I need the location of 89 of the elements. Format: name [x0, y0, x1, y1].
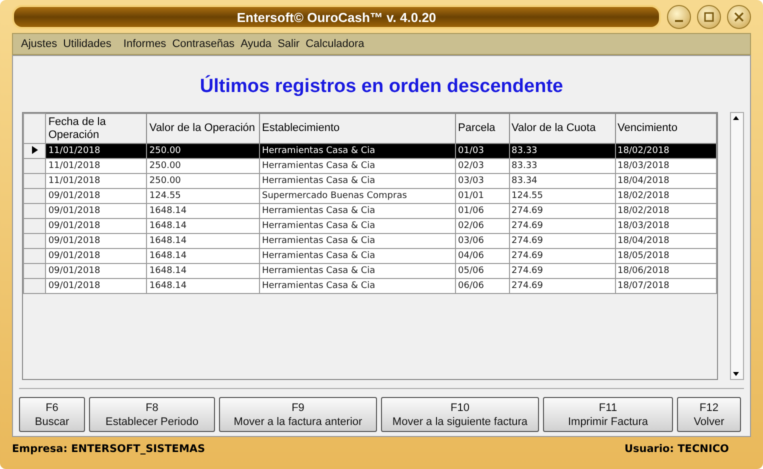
table-cell: 02/06: [456, 218, 510, 234]
table-cell: 01/03: [456, 144, 510, 158]
table-cell: Herramientas Casa & Cia: [259, 144, 456, 158]
function-key-button[interactable]: F12 Volver: [677, 397, 741, 432]
menu-item[interactable]: Salir: [278, 38, 300, 50]
table-cell: 1648.14: [146, 234, 260, 248]
maximize-button[interactable]: [697, 5, 721, 29]
table-cell: 03/06: [456, 234, 510, 248]
company-label: Empresa: ENTERSOFT_SISTEMAS: [12, 443, 206, 455]
table-cell: 01/01: [456, 188, 510, 204]
user-label: Usuario: TECNICO: [624, 443, 729, 455]
table-cell: Herramientas Casa & Cia: [259, 204, 456, 218]
menu-item[interactable]: Utilidades: [63, 38, 112, 50]
menu-item[interactable]: Calculadora: [306, 38, 364, 50]
scrollbar[interactable]: [730, 112, 744, 380]
table-cell: Herramientas Casa & Cia: [259, 234, 456, 248]
column-header[interactable]: Valor de la Cuota: [509, 114, 616, 144]
function-key-button[interactable]: F6 Buscar: [19, 397, 85, 432]
table-cell: Herramientas Casa & Cia: [259, 158, 456, 174]
table-cell: Herramientas Casa & Cia: [259, 264, 456, 278]
table-cell: 18/03/2018: [615, 158, 716, 174]
table-cell: 274.69: [509, 204, 616, 218]
table-cell: Herramientas Casa & Cia: [259, 278, 456, 294]
table-cell: 11/01/2018: [46, 144, 147, 158]
function-key-button[interactable]: F8 Establecer Periodo: [89, 397, 215, 432]
close-button[interactable]: [727, 5, 751, 29]
table-cell: 09/01/2018: [46, 278, 147, 294]
table-cell: 274.69: [509, 234, 616, 248]
table-cell: 18/02/2018: [615, 144, 716, 158]
function-key-button[interactable]: F9 Mover a la factura anterior: [219, 397, 377, 432]
table-cell: 03/03: [456, 174, 510, 188]
table-cell: 06/06: [456, 278, 510, 294]
table-cell: 11/01/2018: [46, 174, 147, 188]
table-cell: 18/07/2018: [615, 278, 716, 294]
table-cell: 18/05/2018: [615, 248, 716, 264]
menu-item[interactable]: Ajustes: [21, 38, 58, 50]
table-cell: 250.00: [146, 174, 260, 188]
table-cell: 11/01/2018: [46, 158, 147, 174]
table-cell: 18/04/2018: [615, 174, 716, 188]
table-cell: Herramientas Casa & Cia: [259, 248, 456, 264]
column-header[interactable]: Parcela: [456, 114, 510, 144]
function-key-button[interactable]: F11 Imprimir Factura: [543, 397, 673, 432]
table-cell: Supermercado Buenas Compras: [259, 188, 456, 204]
menu-item[interactable]: Informes: [123, 38, 166, 50]
table-cell: 1648.14: [146, 264, 260, 278]
column-header[interactable]: Fecha de la Operación: [46, 114, 147, 144]
table-cell: 18/03/2018: [615, 218, 716, 234]
page-heading: Últimos registros en orden descendente: [198, 76, 564, 98]
table-cell: 1648.14: [146, 218, 260, 234]
table-cell: 18/02/2018: [615, 188, 716, 204]
table-cell: 18/02/2018: [615, 204, 716, 218]
close-icon: [733, 11, 745, 23]
column-header[interactable]: Vencimiento: [615, 114, 716, 144]
table-cell: 83.33: [509, 144, 616, 158]
table-cell: 09/01/2018: [46, 264, 147, 278]
table-cell: 01/06: [456, 204, 510, 218]
menu-item[interactable]: Contraseñas: [172, 38, 235, 50]
table-cell: 04/06: [456, 248, 510, 264]
table-cell: 274.69: [509, 218, 616, 234]
window-title: Entersoft© OuroCash™ v. 4.0.20: [12, 5, 661, 29]
table-cell: 274.69: [509, 264, 616, 278]
table-cell: 09/01/2018: [46, 234, 147, 248]
menu-item[interactable]: Ayuda: [240, 38, 272, 50]
table-cell: 1648.14: [146, 278, 260, 294]
table-cell: 18/04/2018: [615, 234, 716, 248]
table-cell: 1648.14: [146, 248, 260, 264]
function-key-button[interactable]: F10 Mover a la siguiente factura: [381, 397, 539, 432]
table-cell: 09/01/2018: [46, 218, 147, 234]
maximize-icon: [703, 11, 715, 23]
table-cell: Herramientas Casa & Cia: [259, 218, 456, 234]
table-cell: 274.69: [509, 278, 616, 294]
column-header[interactable]: Valor de la Operación: [146, 114, 260, 144]
table-cell: 83.33: [509, 158, 616, 174]
table-cell: 09/01/2018: [46, 204, 147, 218]
table-cell: Herramientas Casa & Cia: [259, 174, 456, 188]
table-cell: 09/01/2018: [46, 188, 147, 204]
table-cell: 274.69: [509, 248, 616, 264]
table-cell: 124.55: [509, 188, 616, 204]
table-cell: 05/06: [456, 264, 510, 278]
table-cell: 02/03: [456, 158, 510, 174]
table-cell: 1648.14: [146, 204, 260, 218]
table-cell: 250.00: [146, 158, 260, 174]
table-cell: 250.00: [146, 144, 260, 158]
table-cell: 18/06/2018: [615, 264, 716, 278]
table-cell: 83.34: [509, 174, 616, 188]
table-cell: 124.55: [146, 188, 260, 204]
minimize-button[interactable]: [667, 5, 691, 29]
minimize-icon: [675, 20, 683, 22]
table-cell: 09/01/2018: [46, 248, 147, 264]
